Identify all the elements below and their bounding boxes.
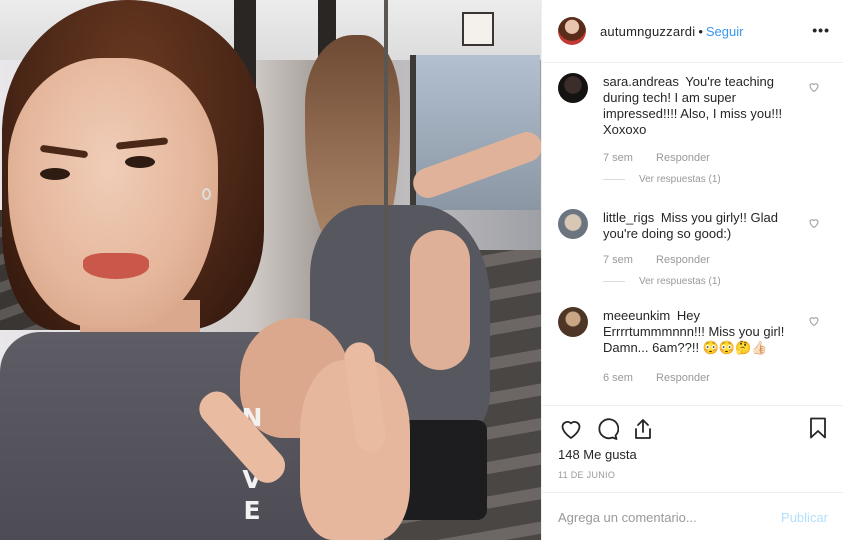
more-options-icon[interactable]: ••• xyxy=(812,23,830,37)
photo-face xyxy=(8,58,218,328)
comment-time[interactable]: 7 sem xyxy=(603,152,633,164)
tank-letter: E xyxy=(243,496,261,525)
post-photo[interactable]: N E V E xyxy=(0,0,541,540)
photo-reflection-shoulder xyxy=(410,230,470,370)
comment-bubble-icon[interactable] xyxy=(594,416,620,442)
view-replies-button[interactable]: Ver respuestas (1) xyxy=(603,276,721,287)
share-upload-icon[interactable] xyxy=(630,416,656,442)
replies-divider xyxy=(603,179,625,180)
author-username[interactable]: autumnguzzardi xyxy=(600,24,695,39)
comments-list[interactable]: sara.andreas You're teaching during tech… xyxy=(542,63,843,405)
photo-earring xyxy=(202,188,211,200)
action-icons xyxy=(558,416,656,442)
comment-time[interactable]: 7 sem xyxy=(603,254,633,266)
comment-meta: 7 sem Responder xyxy=(603,152,710,164)
comment-body: little_rigs Miss you girly!! Glad you're… xyxy=(603,210,803,242)
like-heart-icon[interactable] xyxy=(558,416,584,442)
post-comment-button[interactable]: Publicar xyxy=(781,510,828,525)
like-comment-heart-icon[interactable] xyxy=(808,217,820,229)
add-comment-bar: Publicar xyxy=(542,492,843,540)
commenter-username[interactable]: sara.andreas xyxy=(603,74,679,89)
photo-lips xyxy=(83,253,149,279)
commenter-username[interactable]: meeeunkim xyxy=(603,308,670,323)
likes-count[interactable]: 148 Me gusta xyxy=(558,447,637,462)
comment-meta: 6 sem Responder xyxy=(603,372,710,384)
reply-button[interactable]: Responder xyxy=(656,254,710,266)
commenter-username[interactable]: little_rigs xyxy=(603,210,654,225)
post-header: autumnguzzardi • Seguir ••• xyxy=(542,0,843,63)
comment-meta: 7 sem Responder xyxy=(603,254,710,266)
post-date[interactable]: 11 DE JUNIO xyxy=(558,470,615,480)
view-replies-button[interactable]: Ver respuestas (1) xyxy=(603,174,721,185)
reply-button[interactable]: Responder xyxy=(656,372,710,384)
view-replies-label: Ver respuestas (1) xyxy=(639,174,721,185)
reply-button[interactable]: Responder xyxy=(656,152,710,164)
post-side-panel: autumnguzzardi • Seguir ••• sara.andreas… xyxy=(541,0,843,540)
comment-time[interactable]: 6 sem xyxy=(603,372,633,384)
photo-eye-left xyxy=(40,168,70,180)
post-actions: 148 Me gusta 11 DE JUNIO Publicar xyxy=(542,405,843,540)
like-comment-heart-icon[interactable] xyxy=(808,81,820,93)
view-replies-label: Ver respuestas (1) xyxy=(639,276,721,287)
save-bookmark-icon[interactable] xyxy=(806,416,832,442)
like-comment-heart-icon[interactable] xyxy=(808,315,820,327)
photo-wall-sign xyxy=(462,12,494,46)
comment-input[interactable] xyxy=(558,509,782,525)
header-separator: • xyxy=(698,23,703,39)
author-avatar[interactable] xyxy=(558,17,586,45)
commenter-avatar[interactable] xyxy=(558,209,588,239)
commenter-avatar[interactable] xyxy=(558,307,588,337)
commenter-avatar[interactable] xyxy=(558,73,588,103)
comment-body: sara.andreas You're teaching during tech… xyxy=(603,74,803,138)
comment-body: meeeunkim Hey Errrrtummmnnn!!! Miss you … xyxy=(603,308,803,356)
photo-eye-right xyxy=(125,156,155,168)
follow-button[interactable]: Seguir xyxy=(706,24,744,39)
replies-divider xyxy=(603,281,625,282)
